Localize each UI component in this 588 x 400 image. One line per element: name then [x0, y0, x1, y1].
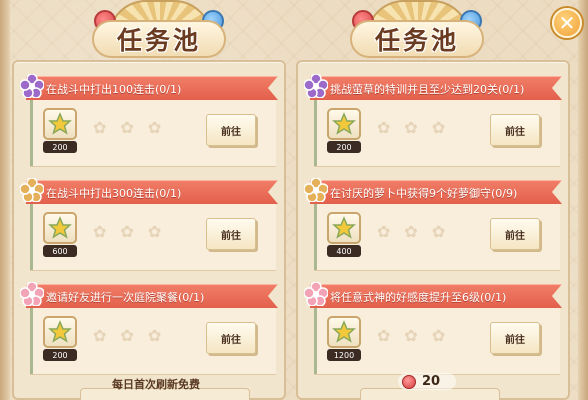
pink-flower-icon	[304, 282, 328, 306]
paw-icon: ✿	[120, 326, 134, 345]
reward: 200	[327, 108, 361, 156]
reward-count: 200	[43, 349, 77, 361]
go-button[interactable]: 前往	[206, 322, 256, 354]
paw-icon: ✿	[120, 222, 134, 241]
task-card: 在战斗中打出100连击(0/1) 200 ✿ ✿ ✿ 前往	[20, 74, 278, 168]
task-description: 在讨厌的萝卜中获得9个好萝御守(0/9)	[330, 186, 518, 200]
star-jade-icon	[327, 108, 361, 140]
paw-icon: ✿	[431, 222, 446, 241]
paw-icon: ✿	[377, 118, 391, 137]
pink-flower-icon	[20, 282, 44, 306]
task-description: 将任意式神的好感度提升至6级(0/1)	[330, 290, 507, 304]
paw-icon: ✿	[431, 118, 446, 137]
paw-icon: ✿	[377, 326, 391, 345]
title-plate: 任务池	[350, 20, 484, 58]
task-ribbon: 将任意式神的好感度提升至6级(0/1)	[310, 284, 562, 308]
task-pool-panel-right: 挑战萤草的特训并且至少达到20关(0/1) 200 ✿ ✿ ✿ 前往 在讨厌的萝…	[296, 60, 570, 400]
task-card: 将任意式神的好感度提升至6级(0/1) 1200 ✿ ✿ ✿ 前往	[304, 282, 562, 376]
task-ribbon: 邀请好友进行一次庭院聚餐(0/1)	[26, 284, 278, 308]
go-button[interactable]: 前往	[206, 114, 256, 146]
task-body: 200 ✿ ✿ ✿ 前往	[30, 308, 276, 374]
paw-decoration: ✿ ✿ ✿	[93, 118, 161, 137]
task-card: 在讨厌的萝卜中获得9个好萝御守(0/9) 400 ✿ ✿ ✿ 前往	[304, 178, 562, 272]
purple-flower-icon	[20, 74, 44, 98]
paw-icon: ✿	[431, 326, 446, 345]
purple-flower-icon	[304, 74, 328, 98]
paw-icon: ✿	[93, 326, 107, 345]
page-title: 任务池	[374, 26, 459, 55]
task-ribbon: 在讨厌的萝卜中获得9个好萝御守(0/9)	[310, 180, 562, 204]
reward: 1200	[327, 316, 361, 364]
refresh-cost: 20	[398, 373, 457, 390]
reward: 200	[43, 316, 77, 364]
task-ribbon: 挑战萤草的特训并且至少达到20关(0/1)	[310, 76, 562, 100]
paw-icon: ✿	[147, 118, 162, 137]
page-edge-left	[0, 0, 10, 400]
paw-icon: ✿	[377, 222, 391, 241]
paw-decoration: ✿ ✿ ✿	[93, 326, 161, 345]
task-description: 挑战萤草的特训并且至少达到20关(0/1)	[330, 82, 525, 96]
paw-icon: ✿	[147, 222, 162, 241]
page-edge-right	[578, 0, 588, 400]
paw-icon: ✿	[404, 222, 418, 241]
go-button[interactable]: 前往	[490, 114, 540, 146]
task-card: 在战斗中打出300连击(0/1) 600 ✿ ✿ ✿ 前往	[20, 178, 278, 272]
star-jade-icon	[43, 212, 77, 244]
star-jade-icon	[327, 212, 361, 244]
paw-icon: ✿	[147, 326, 162, 345]
close-button[interactable]: ✕	[552, 8, 582, 38]
paw-icon: ✿	[404, 326, 418, 345]
paw-icon: ✿	[93, 222, 107, 241]
title-plate: 任务池	[92, 20, 226, 58]
reward: 400	[327, 212, 361, 260]
panel-header-left: 任务池	[84, 0, 234, 66]
star-jade-icon	[43, 108, 77, 140]
reward: 200	[43, 108, 77, 156]
star-jade-icon	[43, 316, 77, 348]
task-ribbon: 在战斗中打出300连击(0/1)	[26, 180, 278, 204]
task-body: 200 ✿ ✿ ✿ 前往	[314, 100, 560, 166]
task-description: 邀请好友进行一次庭院聚餐(0/1)	[46, 290, 205, 304]
paw-decoration: ✿ ✿ ✿	[93, 222, 161, 241]
free-refresh-note: 每日首次刷新免费	[112, 378, 200, 391]
panel-header-right: 任务池	[342, 0, 492, 66]
task-body: 1200 ✿ ✿ ✿ 前往	[314, 308, 560, 374]
paw-icon: ✿	[120, 118, 134, 137]
task-description: 在战斗中打出300连击(0/1)	[46, 186, 182, 200]
reward-count: 600	[43, 245, 77, 257]
paw-decoration: ✿ ✿ ✿	[377, 118, 445, 137]
task-ribbon: 在战斗中打出100连击(0/1)	[26, 76, 278, 100]
reward-count: 200	[327, 141, 361, 153]
cost-value: 20	[422, 374, 441, 389]
task-body: 400 ✿ ✿ ✿ 前往	[314, 204, 560, 270]
task-body: 200 ✿ ✿ ✿ 前往	[30, 100, 276, 166]
reward-count: 200	[43, 141, 77, 153]
reward-count: 1200	[327, 349, 361, 361]
gold-flower-icon	[304, 178, 328, 202]
paw-icon: ✿	[93, 118, 107, 137]
paw-decoration: ✿ ✿ ✿	[377, 222, 445, 241]
go-button[interactable]: 前往	[490, 322, 540, 354]
page-title: 任务池	[116, 26, 201, 55]
paw-icon: ✿	[404, 118, 418, 137]
go-button[interactable]: 前往	[490, 218, 540, 250]
gold-flower-icon	[20, 178, 44, 202]
go-button[interactable]: 前往	[206, 218, 256, 250]
star-jade-icon	[327, 316, 361, 348]
paw-decoration: ✿ ✿ ✿	[377, 326, 445, 345]
task-description: 在战斗中打出100连击(0/1)	[46, 82, 182, 96]
reward: 600	[43, 212, 77, 260]
task-card: 挑战萤草的特训并且至少达到20关(0/1) 200 ✿ ✿ ✿ 前往	[304, 74, 562, 168]
reward-count: 400	[327, 245, 361, 257]
task-body: 600 ✿ ✿ ✿ 前往	[30, 204, 276, 270]
task-card: 邀请好友进行一次庭院聚餐(0/1) 200 ✿ ✿ ✿ 前往	[20, 282, 278, 376]
jade-currency-icon	[402, 374, 416, 389]
task-pool-panel-left: 在战斗中打出100连击(0/1) 200 ✿ ✿ ✿ 前往 在战斗中打出300连…	[12, 60, 286, 400]
